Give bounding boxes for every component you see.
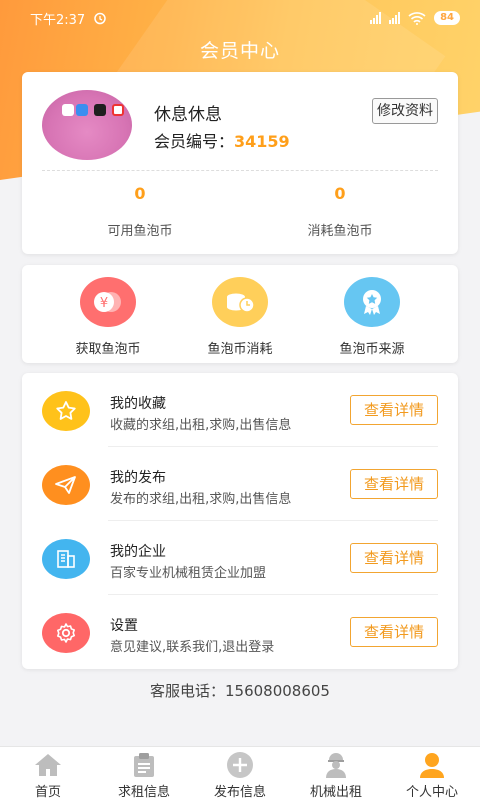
signal-icon (370, 12, 382, 24)
status-time: 下午2:37 (30, 12, 86, 28)
settings-subtitle: 意见建议,联系我们,退出登录 (110, 640, 275, 655)
wifi-icon (408, 11, 426, 25)
signal-icon-2 (389, 12, 401, 24)
coin-consumption-label: 鱼泡币消耗 (207, 342, 273, 357)
status-bar: 下午2:37 84 (0, 0, 480, 36)
svg-text:¥: ¥ (100, 296, 108, 311)
my-posts-subtitle: 发布的求组,出租,求购,出售信息 (110, 492, 292, 507)
building-icon (42, 539, 90, 579)
username: 休息休息 (154, 105, 222, 125)
stat-available-coins[interactable]: 0 可用鱼泡币 (40, 184, 240, 239)
favorites-detail-button[interactable]: 查看详情 (350, 395, 438, 425)
list-item-my-posts[interactable]: 我的发布 发布的求组,出租,求购,出售信息 查看详情 (22, 447, 458, 521)
menu-list-card: 我的收藏 收藏的求组,出租,求购,出售信息 查看详情 我的发布 发布的求组,出租… (22, 373, 458, 669)
customer-service-phone[interactable]: 客服电话：15608008605 (0, 680, 480, 701)
my-posts-detail-button[interactable]: 查看详情 (350, 469, 438, 499)
my-company-subtitle: 百家专业机械租赁企业加盟 (110, 566, 267, 581)
tab-home-label: 首页 (34, 785, 61, 800)
plus-circle-icon (225, 751, 255, 779)
get-coins-label: 获取鱼泡币 (75, 342, 141, 357)
get-coins-button[interactable]: ¥ 获取鱼泡币 (43, 277, 173, 357)
settings-title: 设置 (110, 618, 138, 634)
favorites-subtitle: 收藏的求组,出租,求购,出售信息 (110, 418, 292, 433)
available-coins-value: 0 (134, 184, 146, 203)
alarm-icon (94, 12, 106, 25)
consumed-coins-value: 0 (334, 184, 346, 203)
member-number-label: 会员编号： (154, 132, 235, 151)
list-item-settings[interactable]: 设置 意见建议,联系我们,退出登录 查看详情 (22, 595, 458, 669)
favorites-title: 我的收藏 (110, 396, 166, 412)
member-number-row: 会员编号：34159 (154, 128, 290, 152)
worker-icon (321, 751, 351, 779)
battery-indicator: 84 (434, 11, 460, 25)
home-icon (33, 751, 63, 779)
tab-rent-requests[interactable]: 求租信息 (96, 747, 192, 800)
my-company-detail-button[interactable]: 查看详情 (350, 543, 438, 573)
bottom-tab-bar: 首页 求租信息 发布信息 机械出租 个人中心 (0, 746, 480, 800)
send-icon (42, 465, 90, 505)
edit-profile-button[interactable]: 修改资料 (372, 98, 438, 124)
tab-publish[interactable]: 发布信息 (192, 747, 288, 800)
available-coins-label: 可用鱼泡币 (107, 224, 173, 239)
tab-machinery-rental-label: 机械出租 (309, 785, 362, 800)
my-company-title: 我的企业 (110, 544, 166, 560)
tab-personal-center[interactable]: 个人中心 (384, 747, 480, 800)
coin-source-button[interactable]: 鱼泡币来源 (307, 277, 437, 357)
medal-icon (344, 277, 400, 327)
settings-detail-button[interactable]: 查看详情 (350, 617, 438, 647)
tab-publish-label: 发布信息 (213, 785, 266, 800)
consumed-coins-label: 消耗鱼泡币 (307, 224, 373, 239)
tab-machinery-rental[interactable]: 机械出租 (288, 747, 384, 800)
coin-actions-card: ¥ 获取鱼泡币 鱼泡币消耗 鱼泡币来源 (22, 265, 458, 363)
coin-source-label: 鱼泡币来源 (339, 342, 405, 357)
gear-icon (42, 613, 90, 653)
list-item-my-company[interactable]: 我的企业 百家专业机械租赁企业加盟 查看详情 (22, 521, 458, 595)
person-icon (417, 751, 447, 779)
page-title: 会员中心 (199, 40, 280, 62)
member-number: 34159 (234, 132, 290, 151)
divider (42, 170, 438, 171)
list-item-favorites[interactable]: 我的收藏 收藏的求组,出租,求购,出售信息 查看详情 (22, 373, 458, 447)
tab-personal-center-label: 个人中心 (405, 785, 458, 800)
profile-card: 休息休息 会员编号：34159 修改资料 0 可用鱼泡币 0 消耗鱼泡币 (22, 72, 458, 254)
clipboard-icon (129, 751, 159, 779)
star-icon (42, 391, 90, 431)
stat-consumed-coins[interactable]: 0 消耗鱼泡币 (240, 184, 440, 239)
tab-home[interactable]: 首页 (0, 747, 96, 800)
coin-consumption-button[interactable]: 鱼泡币消耗 (175, 277, 305, 357)
avatar[interactable] (42, 90, 132, 160)
coin-clock-icon (212, 277, 268, 327)
yen-coins-icon: ¥ (80, 277, 136, 327)
tab-rent-requests-label: 求租信息 (117, 785, 170, 800)
my-posts-title: 我的发布 (110, 470, 166, 486)
